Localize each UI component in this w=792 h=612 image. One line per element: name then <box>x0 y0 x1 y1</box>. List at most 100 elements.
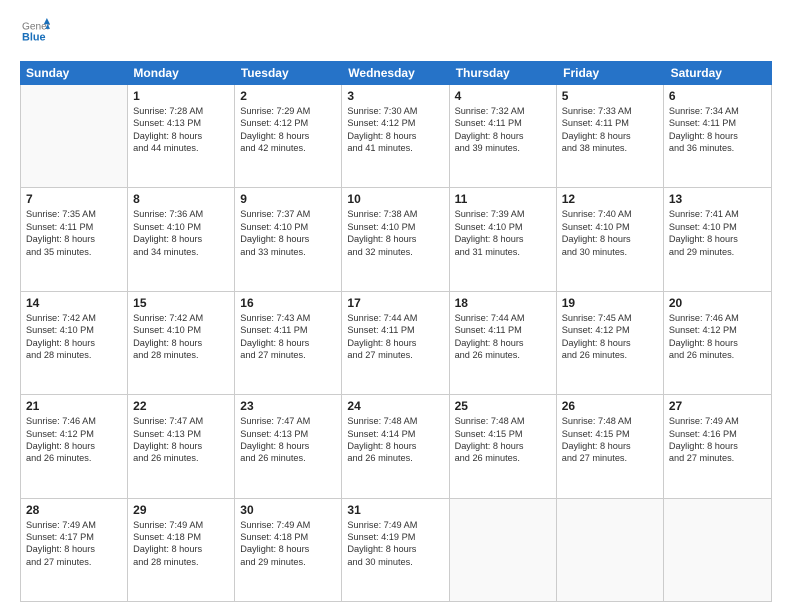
calendar-cell: 30Sunrise: 7:49 AMSunset: 4:18 PMDayligh… <box>235 499 342 601</box>
cell-info-line: Sunrise: 7:28 AM <box>133 105 229 117</box>
calendar-cell: 1Sunrise: 7:28 AMSunset: 4:13 PMDaylight… <box>128 85 235 187</box>
cell-info-line: Sunset: 4:18 PM <box>240 531 336 543</box>
day-number: 27 <box>669 399 766 413</box>
calendar-row-5: 28Sunrise: 7:49 AMSunset: 4:17 PMDayligh… <box>21 499 771 601</box>
day-number: 18 <box>455 296 551 310</box>
cell-info-line: Sunset: 4:13 PM <box>133 428 229 440</box>
header-cell-tuesday: Tuesday <box>235 61 342 85</box>
day-number: 13 <box>669 192 766 206</box>
cell-info-line: Sunrise: 7:29 AM <box>240 105 336 117</box>
calendar-row-2: 7Sunrise: 7:35 AMSunset: 4:11 PMDaylight… <box>21 188 771 291</box>
cell-info-line: Daylight: 8 hours <box>133 130 229 142</box>
cell-info-line: Sunrise: 7:38 AM <box>347 208 443 220</box>
cell-info-line: Sunset: 4:10 PM <box>347 221 443 233</box>
cell-info-line: and 28 minutes. <box>133 556 229 568</box>
cell-info-line: Sunset: 4:13 PM <box>240 428 336 440</box>
day-number: 11 <box>455 192 551 206</box>
cell-info-line: and 29 minutes. <box>240 556 336 568</box>
cell-info-line: and 27 minutes. <box>562 452 658 464</box>
header-cell-wednesday: Wednesday <box>342 61 449 85</box>
day-number: 14 <box>26 296 122 310</box>
day-number: 9 <box>240 192 336 206</box>
day-number: 10 <box>347 192 443 206</box>
cell-info-line: Sunrise: 7:35 AM <box>26 208 122 220</box>
cell-info-line: Sunset: 4:12 PM <box>669 324 766 336</box>
cell-info-line: Sunrise: 7:47 AM <box>133 415 229 427</box>
cell-info-line: Sunrise: 7:39 AM <box>455 208 551 220</box>
cell-info-line: Daylight: 8 hours <box>347 543 443 555</box>
day-number: 17 <box>347 296 443 310</box>
day-number: 2 <box>240 89 336 103</box>
cell-info-line: Sunset: 4:11 PM <box>455 324 551 336</box>
cell-info-line: Sunrise: 7:42 AM <box>133 312 229 324</box>
cell-info-line: Sunrise: 7:42 AM <box>26 312 122 324</box>
cell-info-line: Sunrise: 7:49 AM <box>347 519 443 531</box>
cell-info-line: Sunset: 4:11 PM <box>240 324 336 336</box>
cell-info-line: Sunset: 4:10 PM <box>240 221 336 233</box>
cell-info-line: Daylight: 8 hours <box>562 130 658 142</box>
cell-info-line: Daylight: 8 hours <box>133 337 229 349</box>
cell-info-line: and 38 minutes. <box>562 142 658 154</box>
svg-text:Blue: Blue <box>22 32 46 44</box>
day-number: 3 <box>347 89 443 103</box>
cell-info-line: Daylight: 8 hours <box>240 233 336 245</box>
day-number: 28 <box>26 503 122 517</box>
cell-info-line: and 27 minutes. <box>240 349 336 361</box>
cell-info-line: Daylight: 8 hours <box>562 233 658 245</box>
calendar-cell: 11Sunrise: 7:39 AMSunset: 4:10 PMDayligh… <box>450 188 557 290</box>
cell-info-line: Sunset: 4:11 PM <box>455 117 551 129</box>
cell-info-line: Sunrise: 7:48 AM <box>455 415 551 427</box>
calendar-cell: 25Sunrise: 7:48 AMSunset: 4:15 PMDayligh… <box>450 395 557 497</box>
cell-info-line: Sunrise: 7:48 AM <box>347 415 443 427</box>
day-number: 21 <box>26 399 122 413</box>
cell-info-line: Sunset: 4:15 PM <box>455 428 551 440</box>
logo-icon: General Blue <box>22 18 50 46</box>
cell-info-line: and 30 minutes. <box>562 246 658 258</box>
cell-info-line: Daylight: 8 hours <box>26 337 122 349</box>
cell-info-line: Sunrise: 7:49 AM <box>133 519 229 531</box>
day-number: 25 <box>455 399 551 413</box>
cell-info-line: Sunrise: 7:43 AM <box>240 312 336 324</box>
cell-info-line: Sunrise: 7:48 AM <box>562 415 658 427</box>
cell-info-line: and 26 minutes. <box>240 452 336 464</box>
cell-info-line: Sunrise: 7:37 AM <box>240 208 336 220</box>
calendar-row-4: 21Sunrise: 7:46 AMSunset: 4:12 PMDayligh… <box>21 395 771 498</box>
calendar-cell: 2Sunrise: 7:29 AMSunset: 4:12 PMDaylight… <box>235 85 342 187</box>
calendar-cell: 5Sunrise: 7:33 AMSunset: 4:11 PMDaylight… <box>557 85 664 187</box>
cell-info-line: Sunset: 4:11 PM <box>347 324 443 336</box>
calendar-cell <box>557 499 664 601</box>
cell-info-line: Daylight: 8 hours <box>240 440 336 452</box>
calendar-cell: 7Sunrise: 7:35 AMSunset: 4:11 PMDaylight… <box>21 188 128 290</box>
calendar-cell: 19Sunrise: 7:45 AMSunset: 4:12 PMDayligh… <box>557 292 664 394</box>
cell-info-line: Sunrise: 7:45 AM <box>562 312 658 324</box>
calendar-cell: 10Sunrise: 7:38 AMSunset: 4:10 PMDayligh… <box>342 188 449 290</box>
header: General Blue <box>20 18 772 51</box>
cell-info-line: and 41 minutes. <box>347 142 443 154</box>
cell-info-line: Daylight: 8 hours <box>26 233 122 245</box>
day-number: 19 <box>562 296 658 310</box>
cell-info-line: Sunset: 4:10 PM <box>562 221 658 233</box>
cell-info-line: and 30 minutes. <box>347 556 443 568</box>
cell-info-line: Sunrise: 7:36 AM <box>133 208 229 220</box>
cell-info-line: Sunset: 4:11 PM <box>26 221 122 233</box>
cell-info-line: and 26 minutes. <box>455 349 551 361</box>
header-cell-friday: Friday <box>557 61 664 85</box>
cell-info-line: and 26 minutes. <box>562 349 658 361</box>
cell-info-line: and 28 minutes. <box>26 349 122 361</box>
cell-info-line: Sunrise: 7:46 AM <box>669 312 766 324</box>
cell-info-line: Daylight: 8 hours <box>26 543 122 555</box>
cell-info-line: and 28 minutes. <box>133 349 229 361</box>
calendar-cell: 13Sunrise: 7:41 AMSunset: 4:10 PMDayligh… <box>664 188 771 290</box>
day-number: 31 <box>347 503 443 517</box>
calendar-cell: 18Sunrise: 7:44 AMSunset: 4:11 PMDayligh… <box>450 292 557 394</box>
header-cell-thursday: Thursday <box>450 61 557 85</box>
logo: General Blue <box>20 18 50 51</box>
cell-info-line: Sunset: 4:12 PM <box>562 324 658 336</box>
cell-info-line: and 36 minutes. <box>669 142 766 154</box>
cell-info-line: Sunset: 4:18 PM <box>133 531 229 543</box>
cell-info-line: and 42 minutes. <box>240 142 336 154</box>
calendar-cell: 21Sunrise: 7:46 AMSunset: 4:12 PMDayligh… <box>21 395 128 497</box>
cell-info-line: and 32 minutes. <box>347 246 443 258</box>
cell-info-line: Daylight: 8 hours <box>669 130 766 142</box>
header-cell-sunday: Sunday <box>20 61 127 85</box>
